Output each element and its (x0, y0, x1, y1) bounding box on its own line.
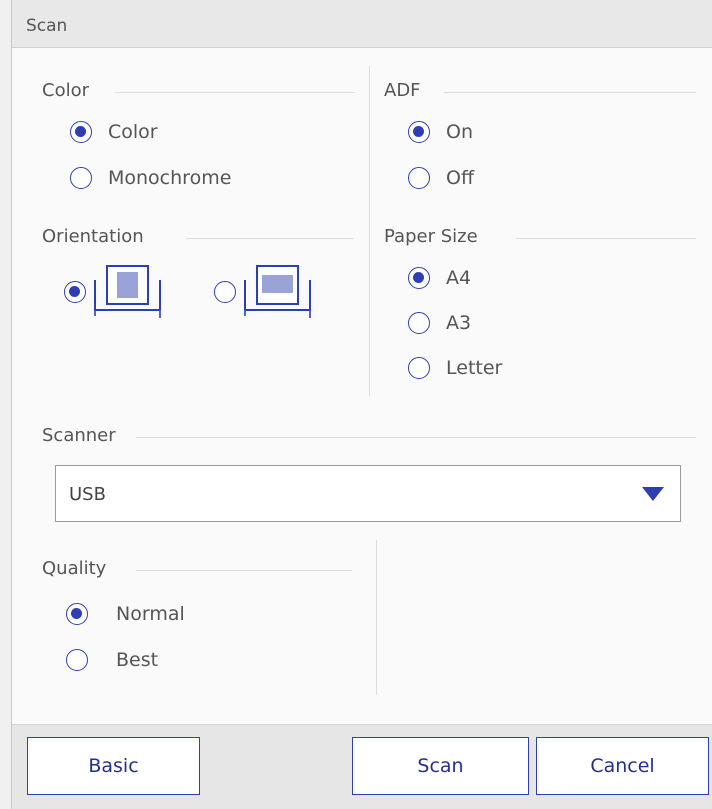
scan-dialog: Scan Color Color Monochrome Orientation (11, 0, 712, 809)
letter-label: Letter (446, 357, 503, 379)
paper-size-group-label: Paper Size (384, 226, 478, 247)
a3-label: A3 (446, 312, 472, 334)
monochrome-option-label: Monochrome (108, 167, 232, 189)
best-radio[interactable] (66, 649, 88, 671)
monochrome-radio[interactable] (70, 167, 92, 189)
color-radio[interactable] (70, 121, 92, 143)
quality-group-label: Quality (42, 558, 107, 579)
orientation-group-label: Orientation (42, 226, 144, 247)
color-group-label: Color (42, 80, 89, 101)
a4-radio[interactable] (408, 267, 430, 289)
adf-option-off[interactable]: Off (408, 167, 474, 189)
adf-group-label: ADF (384, 80, 421, 101)
color-option-label: Color (108, 121, 158, 143)
triangle-down-icon (642, 487, 664, 501)
color-option-monochrome[interactable]: Monochrome (70, 167, 231, 189)
color-group-divider (115, 92, 355, 93)
scanner-select[interactable]: USB (55, 465, 681, 522)
letter-radio[interactable] (408, 357, 430, 379)
scanner-group-divider (136, 437, 696, 438)
portrait-radio[interactable] (64, 281, 86, 303)
adf-off-radio[interactable] (408, 167, 430, 189)
adf-on-radio[interactable] (408, 121, 430, 143)
dialog-title: Scan (26, 16, 68, 36)
a4-label: A4 (446, 267, 472, 289)
normal-label: Normal (116, 603, 185, 625)
scanner-group-label: Scanner (42, 425, 116, 446)
quality-group-divider (136, 570, 352, 571)
paper-size-option-letter[interactable]: Letter (408, 357, 502, 379)
color-option-color[interactable]: Color (70, 121, 158, 143)
paper-size-option-a3[interactable]: A3 (408, 312, 471, 334)
basic-button[interactable]: Basic (27, 737, 200, 795)
portrait-orientation-icon (94, 265, 161, 318)
adf-option-on[interactable]: On (408, 121, 473, 143)
quality-option-normal[interactable]: Normal (66, 603, 185, 625)
paper-size-option-a4[interactable]: A4 (408, 267, 471, 289)
a3-radio[interactable] (408, 312, 430, 334)
paper-size-group-divider (516, 238, 696, 239)
orientation-option-landscape[interactable] (214, 262, 314, 322)
scan-button[interactable]: Scan (352, 737, 529, 795)
adf-off-label: Off (446, 167, 475, 189)
orientation-option-portrait[interactable] (64, 262, 164, 322)
landscape-orientation-icon (244, 265, 311, 318)
title-bar: Scan (12, 0, 712, 48)
upper-column-divider (369, 66, 370, 396)
cancel-button[interactable]: Cancel (536, 737, 709, 795)
landscape-radio[interactable] (214, 281, 236, 303)
adf-group-divider (444, 92, 696, 93)
scanner-selected-value: USB (69, 484, 106, 505)
best-label: Best (116, 649, 159, 671)
orientation-group-divider (186, 238, 354, 239)
normal-radio[interactable] (66, 603, 88, 625)
quality-option-best[interactable]: Best (66, 649, 158, 671)
lower-column-divider (376, 540, 377, 695)
adf-on-label: On (446, 121, 473, 143)
